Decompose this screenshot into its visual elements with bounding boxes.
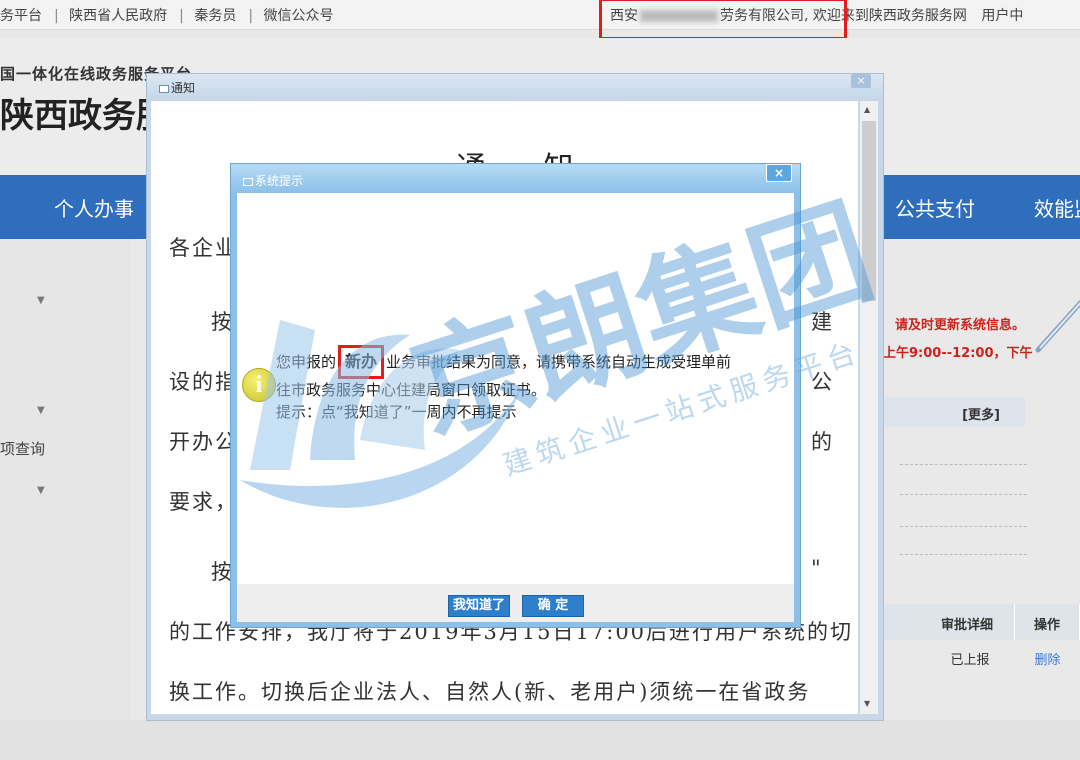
notice-line: 开办公 xyxy=(169,430,238,454)
divider xyxy=(900,554,1027,555)
system-dialog: 系统提示 × i 您申报的 新办 业务审批结果为同意，请携带系统自动生成受理单前 往… xyxy=(230,163,801,628)
notice-fragment: 公 xyxy=(811,370,832,394)
divider xyxy=(900,526,1027,527)
divider xyxy=(900,494,1027,495)
top-link-qinwuyuan[interactable]: 秦务员 xyxy=(194,8,236,24)
notice-fragment: 建 xyxy=(811,310,832,334)
company-highlight-box xyxy=(599,0,847,40)
msg-prefix: 您申报的 xyxy=(276,353,337,371)
notice-window-title: 通知 xyxy=(171,81,196,95)
notice-text-1: 请及时更新系统信息。 xyxy=(895,318,1026,333)
chevron-down-icon[interactable]: ▼ xyxy=(37,485,45,496)
notice-line: 各企业 xyxy=(169,236,238,260)
scrollbar-thumb[interactable] xyxy=(862,121,876,301)
user-center-link[interactable]: 用户中 xyxy=(981,8,1023,24)
sidebar-item-query[interactable]: 项查询 xyxy=(0,438,45,459)
notice-titlebar: 通知 × xyxy=(147,74,883,101)
msg-suffix: 业务审批结果为同意，请携带系统自动生成受理单前 xyxy=(386,353,732,371)
dialog-message: 您申报的 新办 业务审批结果为同意，请携带系统自动生成受理单前 往市政务服务中心住建… xyxy=(276,345,796,423)
more-link[interactable]: [更多] xyxy=(880,397,1025,427)
chevron-down-icon[interactable]: ▼ xyxy=(37,405,45,416)
window-icon xyxy=(243,177,253,186)
notice-line: 设的指 xyxy=(169,370,238,394)
dialog-body: i 您申报的 新办 业务审批结果为同意，请携带系统自动生成受理单前 往市政务服务中心… xyxy=(237,193,794,584)
pen-icon xyxy=(1035,299,1080,353)
dialog-titlebar: 系统提示 × xyxy=(231,164,800,192)
top-link-wechat[interactable]: 微信公众号 xyxy=(264,8,334,24)
notice-scrollbar[interactable]: ▲ ▼ xyxy=(860,101,878,714)
col-detail: 审批详细 xyxy=(880,604,1015,640)
top-link-gov[interactable]: 陕西省人民政府 xyxy=(69,8,167,24)
notice-fragment: 的 xyxy=(811,430,832,454)
msg-line-2: 往市政务服务中心住建局窗口领取证书。 xyxy=(276,381,547,399)
notice-text-2: 上午9:00--12:00，下午 xyxy=(883,346,1033,361)
notice-line: 换工作。切换后企业法人、自然人(新、老用户)须统一在省政务 xyxy=(169,680,811,704)
notice-fragment: " xyxy=(811,556,821,580)
top-link-platform[interactable]: 务平台 xyxy=(0,8,42,24)
dialog-footer: 我知道了 确 定 xyxy=(237,584,794,622)
info-icon: i xyxy=(242,368,276,402)
site-title: 陕西政务服 xyxy=(0,96,170,136)
msg-line-3: 提示：点“我知道了”一周内不再提示 xyxy=(276,403,517,421)
delete-link[interactable]: 删除 xyxy=(1015,649,1080,668)
notice-close-button[interactable]: × xyxy=(851,74,871,88)
window-icon xyxy=(159,84,169,93)
nav-payment[interactable]: 公共支付 xyxy=(895,193,975,222)
i-know-button[interactable]: 我知道了 xyxy=(448,595,510,617)
top-bar: 务平台 | 陕西省人民政府 | 秦务员 | 微信公众号 西安 劳务有限公司, 欢迎来到陕… xyxy=(0,0,1080,40)
scroll-down-icon[interactable]: ▼ xyxy=(864,699,870,708)
notice-line: 要求， xyxy=(169,490,238,514)
ok-button[interactable]: 确 定 xyxy=(522,595,584,617)
divider xyxy=(900,464,1027,465)
dialog-title: 系统提示 xyxy=(255,174,304,188)
nav-personal[interactable]: 个人办事 xyxy=(54,193,134,222)
top-links: 务平台 | 陕西省人民政府 | 秦务员 | 微信公众号 xyxy=(0,8,334,24)
nav-efficiency[interactable]: 效能监 xyxy=(1034,193,1080,222)
dialog-close-button[interactable]: × xyxy=(766,164,792,182)
msg-highlight-new: 新办 xyxy=(338,345,385,379)
footer xyxy=(0,720,1080,760)
status-cell: 已上报 xyxy=(950,653,990,668)
scroll-up-icon[interactable]: ▲ xyxy=(864,105,870,114)
col-action: 操作 xyxy=(1015,604,1080,640)
chevron-down-icon[interactable]: ▼ xyxy=(37,295,45,306)
sidebar: ▼ ▼ 项查询 ▼ xyxy=(0,239,130,760)
